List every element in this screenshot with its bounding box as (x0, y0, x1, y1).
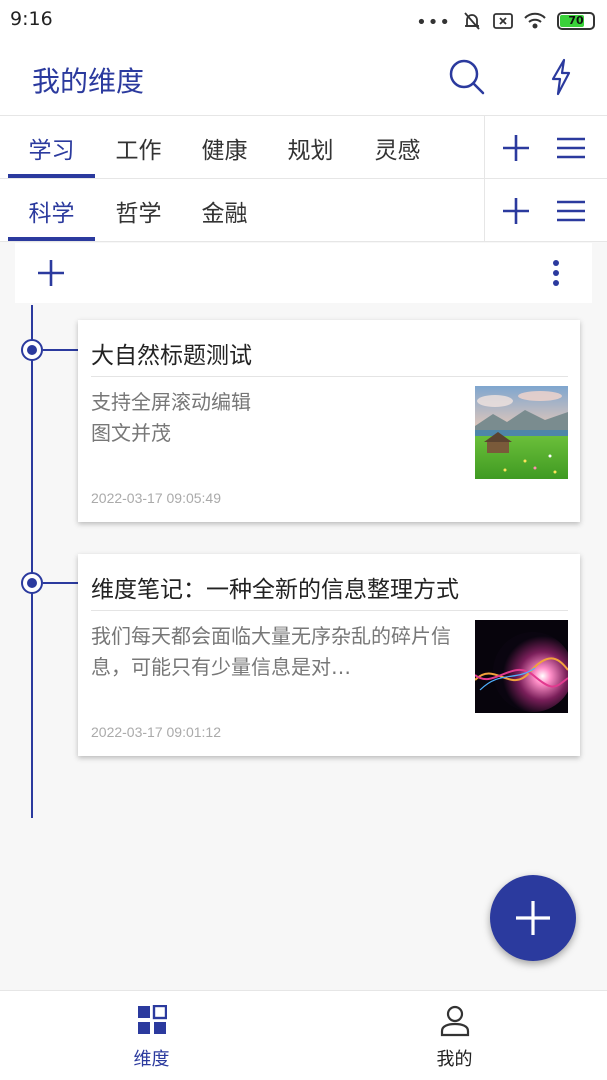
note-summary: 我们每天都会面临大量无序杂乱的碎片信息，可能只有少量信息是对… (91, 624, 451, 679)
tab-health[interactable]: 健康 (181, 116, 268, 179)
note-title: 大自然标题测试 (91, 343, 252, 369)
wifi-icon (524, 12, 546, 28)
no-sim-icon (493, 12, 513, 29)
tab-philosophy[interactable]: 哲学 (95, 179, 182, 242)
grid-icon (137, 1005, 167, 1034)
plus-icon (503, 135, 529, 161)
quick-capture-button[interactable] (542, 56, 580, 98)
tab-study[interactable]: 学习 (8, 116, 95, 179)
tab-finance[interactable]: 金融 (181, 179, 268, 242)
plus-icon (516, 901, 550, 935)
tab-label: 金融 (201, 200, 248, 227)
battery-indicator: 70 (557, 11, 595, 30)
nav-label: 我的 (436, 1049, 473, 1070)
tab-planning[interactable]: 规划 (267, 116, 354, 179)
status-time: 9:16 (10, 8, 53, 30)
nav-profile[interactable]: 我的 (303, 991, 606, 1080)
person-icon (440, 1005, 469, 1037)
timeline-line (31, 305, 33, 818)
tab-label: 工作 (115, 137, 162, 164)
note-card[interactable]: 维度笔记：一种全新的信息整理方式 我们每天都会面临大量无序杂乱的碎片信息，可能只… (78, 554, 580, 756)
note-date: 2022-03-17 09:05:49 (91, 490, 221, 506)
add-category-button[interactable] (499, 131, 533, 165)
card-divider (91, 376, 568, 377)
nav-label: 维度 (133, 1049, 170, 1070)
add-note-inline-button[interactable] (35, 257, 67, 289)
primary-tab-actions (484, 116, 607, 179)
secondary-tab-actions (484, 179, 607, 242)
active-tab-indicator (8, 237, 95, 241)
tab-label: 学习 (28, 137, 75, 164)
search-button[interactable] (446, 56, 488, 98)
primary-tab-bar: 学习 工作 健康 规划 灵感 (0, 116, 607, 179)
active-tab-indicator (8, 174, 95, 178)
plus-icon (503, 198, 529, 224)
tab-label: 灵感 (374, 137, 421, 164)
page-title: 我的维度 (32, 65, 145, 98)
timeline-dot (21, 572, 43, 594)
app-bar: 我的维度 (0, 40, 607, 116)
manage-subcategories-button[interactable] (554, 194, 588, 228)
more-dots-icon: ••• (416, 12, 451, 33)
menu-icon (557, 137, 585, 159)
note-date: 2022-03-17 09:01:12 (91, 724, 221, 740)
tab-inspiration[interactable]: 灵感 (354, 116, 441, 179)
note-action-bar (15, 243, 592, 303)
timeline-connector (43, 349, 78, 351)
secondary-tab-bar: 科学 哲学 金融 (0, 179, 607, 242)
tab-label: 科学 (28, 200, 75, 227)
status-bar: 9:16 ••• 70 (0, 0, 607, 40)
manage-categories-button[interactable] (554, 131, 588, 165)
status-icons: ••• 70 (416, 8, 595, 33)
timeline-connector (43, 582, 78, 584)
note-title: 维度笔记：一种全新的信息整理方式 (91, 577, 459, 603)
card-divider (91, 610, 568, 611)
tab-label: 健康 (201, 137, 248, 164)
menu-icon (557, 200, 585, 222)
timeline-dot (21, 339, 43, 361)
nav-dimensions[interactable]: 维度 (0, 991, 303, 1080)
tab-label: 哲学 (115, 200, 162, 227)
more-options-button[interactable] (544, 257, 568, 289)
tab-science[interactable]: 科学 (8, 179, 95, 242)
abstract-light-image (475, 620, 568, 713)
landscape-image (475, 386, 568, 479)
note-summary: 支持全屏滚动编辑 图文并茂 (91, 390, 251, 445)
search-icon (449, 59, 485, 95)
add-subcategory-button[interactable] (499, 194, 533, 228)
plus-icon (38, 260, 64, 286)
battery-level: 70 (568, 14, 584, 27)
tab-work[interactable]: 工作 (95, 116, 182, 179)
more-vertical-icon (553, 260, 559, 286)
note-card[interactable]: 大自然标题测试 支持全屏滚动编辑 图文并茂 2022-03-17 09:05:4… (78, 320, 580, 522)
mute-bell-icon (464, 11, 480, 30)
bottom-navigation: 维度 我的 (0, 990, 607, 1080)
tab-label: 规划 (287, 137, 334, 164)
lightning-icon (551, 58, 571, 96)
add-note-fab[interactable] (490, 875, 576, 961)
